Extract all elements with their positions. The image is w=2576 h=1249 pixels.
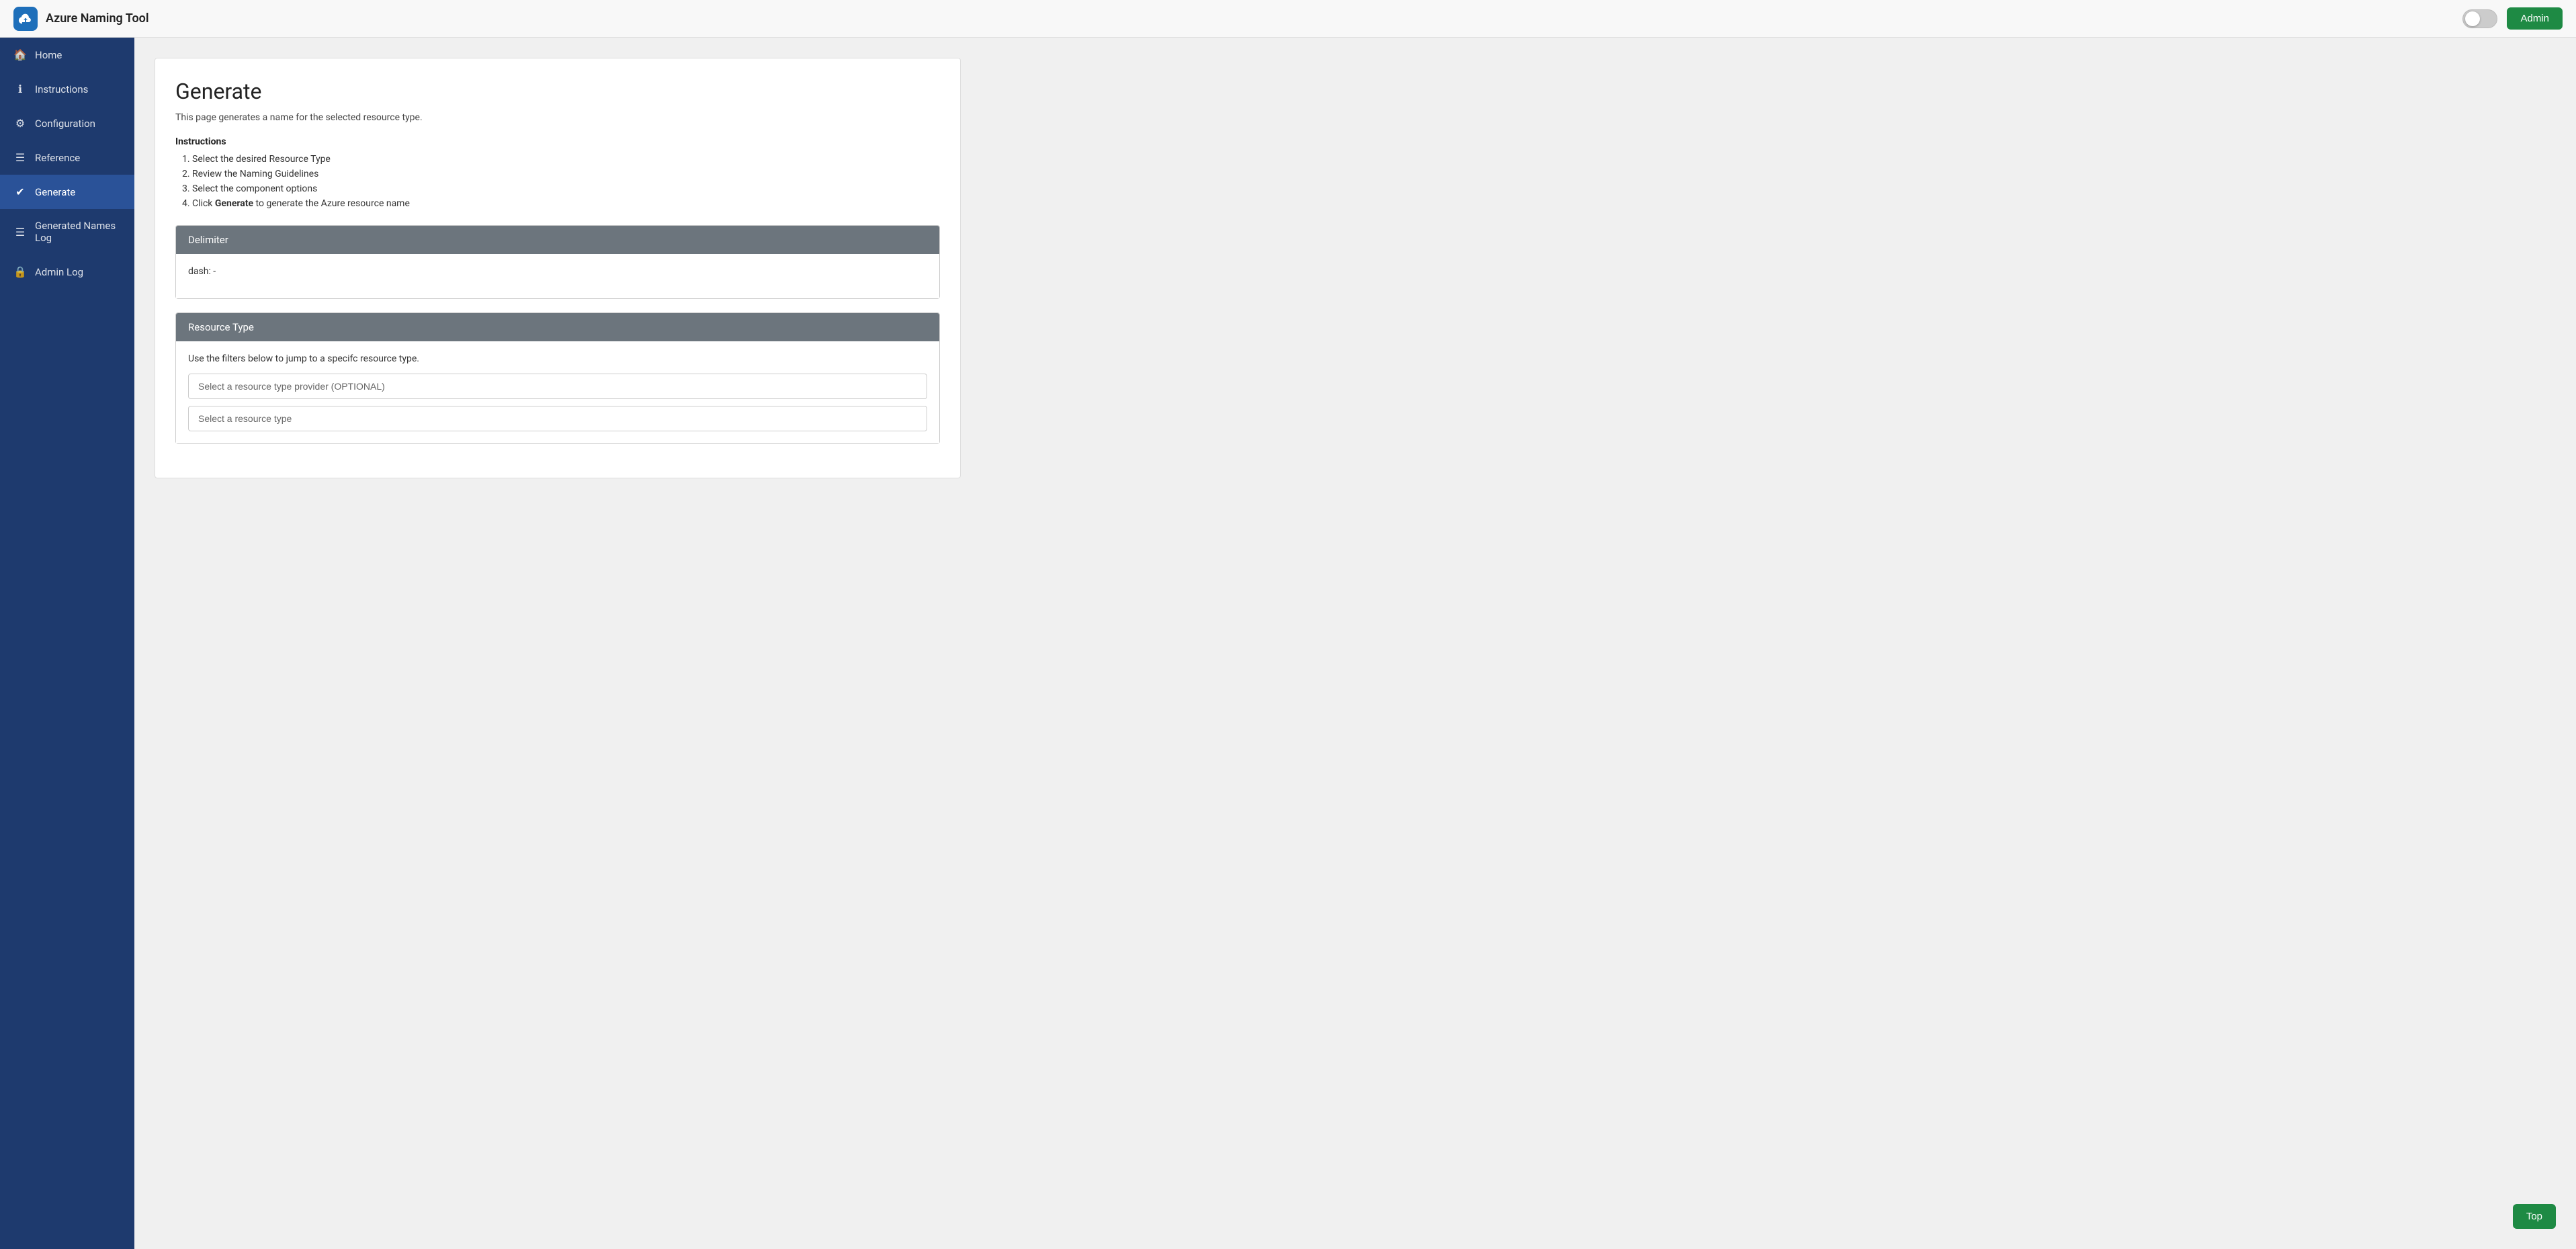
content-card: Generate This page generates a name for … <box>155 58 961 478</box>
info-icon: ℹ <box>13 83 27 95</box>
app-title: Azure Naming Tool <box>46 11 149 26</box>
sidebar: 🏠 Home ℹ Instructions ⚙ Configuration ☰ … <box>0 38 134 1249</box>
layout: 🏠 Home ℹ Instructions ⚙ Configuration ☰ … <box>0 38 2576 1249</box>
sidebar-item-generated-names-log-label: Generated Names Log <box>35 220 121 244</box>
provider-select[interactable]: Select a resource type provider (OPTIONA… <box>188 374 927 399</box>
sidebar-item-configuration-label: Configuration <box>35 118 95 130</box>
page-title: Generate <box>175 79 940 104</box>
page-subtitle: This page generates a name for the selec… <box>175 112 940 123</box>
topbar: Azure Naming Tool Admin <box>0 0 2576 38</box>
generate-bold: Generate <box>215 198 253 209</box>
instruction-step-3: Select the component options <box>182 183 940 194</box>
sidebar-item-generate-label: Generate <box>35 186 75 198</box>
sidebar-item-instructions[interactable]: ℹ Instructions <box>0 72 134 106</box>
instruction-step-1: Select the desired Resource Type <box>182 154 940 165</box>
resource-type-select[interactable]: Select a resource type <box>188 406 927 431</box>
sidebar-item-home-label: Home <box>35 49 62 61</box>
sidebar-item-configuration[interactable]: ⚙ Configuration <box>0 106 134 140</box>
check-icon: ✔ <box>13 185 27 198</box>
delimiter-section: Delimiter dash: - <box>175 225 940 299</box>
gear-icon: ⚙ <box>13 117 27 130</box>
sidebar-item-admin-log-label: Admin Log <box>35 266 83 278</box>
sidebar-item-generated-names-log[interactable]: ☰ Generated Names Log <box>0 209 134 255</box>
instructions-heading: Instructions <box>175 136 940 147</box>
topbar-right: Admin <box>2462 7 2563 30</box>
sidebar-item-home[interactable]: 🏠 Home <box>0 38 134 72</box>
sidebar-item-generate[interactable]: ✔ Generate <box>0 175 134 209</box>
resource-type-description: Use the filters below to jump to a speci… <box>188 353 927 364</box>
delimiter-section-header: Delimiter <box>176 226 939 254</box>
instruction-step-4: Click Generate to generate the Azure res… <box>182 198 940 209</box>
theme-toggle[interactable] <box>2462 9 2497 28</box>
main-content: Generate This page generates a name for … <box>134 38 2576 1249</box>
delimiter-section-body: dash: - <box>176 254 939 298</box>
sidebar-item-admin-log[interactable]: 🔒 Admin Log <box>0 255 134 289</box>
resource-type-section-header: Resource Type <box>176 313 939 341</box>
log-icon: ☰ <box>13 226 27 239</box>
list-icon: ☰ <box>13 151 27 164</box>
sidebar-item-instructions-label: Instructions <box>35 83 88 95</box>
topbar-left: Azure Naming Tool <box>13 7 149 31</box>
sidebar-item-reference-label: Reference <box>35 152 80 164</box>
resource-type-section: Resource Type Use the filters below to j… <box>175 312 940 444</box>
app-logo-icon <box>13 7 38 31</box>
instruction-step-2: Review the Naming Guidelines <box>182 169 940 179</box>
lock-icon: 🔒 <box>13 265 27 278</box>
instructions-list: Select the desired Resource Type Review … <box>175 154 940 209</box>
admin-button[interactable]: Admin <box>2507 7 2563 30</box>
delimiter-value: dash: - <box>188 266 927 277</box>
resource-type-section-body: Use the filters below to jump to a speci… <box>176 341 939 443</box>
sidebar-item-reference[interactable]: ☰ Reference <box>0 140 134 175</box>
home-icon: 🏠 <box>13 48 27 61</box>
toggle-knob <box>2465 11 2480 26</box>
top-button[interactable]: Top <box>2513 1204 2556 1229</box>
